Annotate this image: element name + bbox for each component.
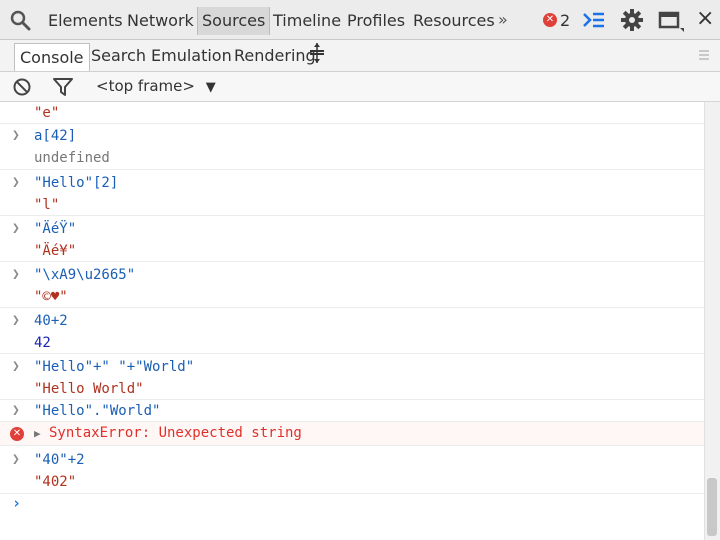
drawer-menu-icon[interactable] (698, 48, 710, 62)
input-chevron-icon: ❯ (12, 175, 20, 190)
input-chevron-icon: ❯ (12, 452, 20, 467)
expand-triangle-icon[interactable]: ▶ (34, 427, 41, 440)
console-entry: ❯ 40+2 42 (0, 308, 704, 354)
close-button[interactable]: × (696, 6, 714, 31)
resize-cursor-icon (310, 43, 324, 63)
console-entry: ❯ "Hello"+" "+"World" "Hello World" (0, 354, 704, 400)
error-icon[interactable]: ✕ (543, 13, 557, 27)
dock-side-icon[interactable] (658, 10, 684, 32)
tab-profiles[interactable]: Profiles (347, 11, 405, 31)
input-chevron-icon: ❯ (12, 359, 20, 374)
error-count[interactable]: 2 (560, 11, 570, 30)
chevron-down-icon: ▼ (205, 80, 216, 95)
drawer-tabbar: Console Search Emulation Rendering (0, 40, 720, 72)
drawer-tab-rendering[interactable]: Rendering (234, 46, 316, 66)
console-result: "Hello World" (34, 381, 144, 397)
gear-icon[interactable] (620, 8, 644, 32)
console-entry: ❯ a[42] undefined (0, 124, 704, 170)
input-chevron-icon: ❯ (12, 403, 20, 418)
console-entry: "e" (0, 102, 704, 124)
console-filter-bar: <top frame> ▼ (0, 72, 720, 102)
scrollbar-track[interactable] (704, 102, 720, 540)
console-prompt[interactable]: › (12, 494, 21, 512)
input-chevron-icon: ❯ (12, 267, 20, 282)
more-tabs-button[interactable]: » (498, 10, 508, 29)
tab-timeline[interactable]: Timeline (273, 11, 341, 31)
scrollbar-thumb[interactable] (707, 478, 717, 536)
console-input: "\xA9\u2665" (34, 267, 136, 283)
input-chevron-icon: ❯ (12, 128, 20, 143)
console-input: "ÄéŸ" (34, 221, 77, 237)
frame-selector[interactable]: <top frame> ▼ (96, 77, 216, 95)
console-result: "l" (34, 197, 60, 213)
filter-icon[interactable] (52, 77, 74, 97)
drawer-tab-search[interactable]: Search (91, 46, 146, 66)
drawer-tab-console[interactable]: Console (14, 43, 90, 71)
console-output[interactable]: "e" ❯ a[42] undefined ❯ "Hello"[2] "l" ❯… (0, 102, 704, 540)
tab-resources[interactable]: Resources (413, 11, 495, 31)
tab-sources[interactable]: Sources (197, 7, 271, 35)
console-entry: ❯ "Hello"[2] "l" (0, 170, 704, 216)
console-result: 42 (34, 335, 51, 351)
console-input: a[42] (34, 128, 77, 144)
console-drawer-icon[interactable] (582, 10, 606, 30)
console-entry: ❯ "\xA9\u2665" "©♥" (0, 262, 704, 308)
console-input: "Hello"[2] (34, 175, 119, 191)
console-result: undefined (34, 150, 110, 166)
console-input: "40"+2 (34, 452, 85, 468)
console-entry: ❯ "ÄéŸ" "Äé¥" (0, 216, 704, 262)
console-result: "©♥" (34, 289, 68, 305)
console-input: 40+2 (34, 313, 68, 329)
console-error-entry: ✕ ▶ SyntaxError: Unexpected string (0, 422, 704, 446)
console-result: "e" (34, 105, 60, 121)
console-result: "Äé¥" (34, 243, 77, 259)
tab-network[interactable]: Network (127, 11, 194, 31)
error-icon: ✕ (10, 427, 24, 441)
tab-elements[interactable]: Elements (48, 11, 123, 31)
console-entry: ❯ "40"+2 "402" (0, 446, 704, 494)
console-result: "402" (34, 474, 77, 490)
devtools-toolbar: Elements Network Sources Timeline Profil… (0, 0, 720, 40)
frame-selector-label: <top frame> (96, 77, 195, 95)
console-input: "Hello"."World" (34, 403, 161, 419)
console-entry: ❯ "Hello"."World" (0, 400, 704, 422)
input-chevron-icon: ❯ (12, 313, 20, 328)
drawer-tab-emulation[interactable]: Emulation (151, 46, 232, 66)
console-error-message: SyntaxError: Unexpected string (49, 425, 302, 441)
input-chevron-icon: ❯ (12, 221, 20, 236)
search-icon[interactable] (8, 8, 34, 34)
console-input: "Hello"+" "+"World" (34, 359, 195, 375)
clear-console-icon[interactable] (12, 77, 32, 97)
